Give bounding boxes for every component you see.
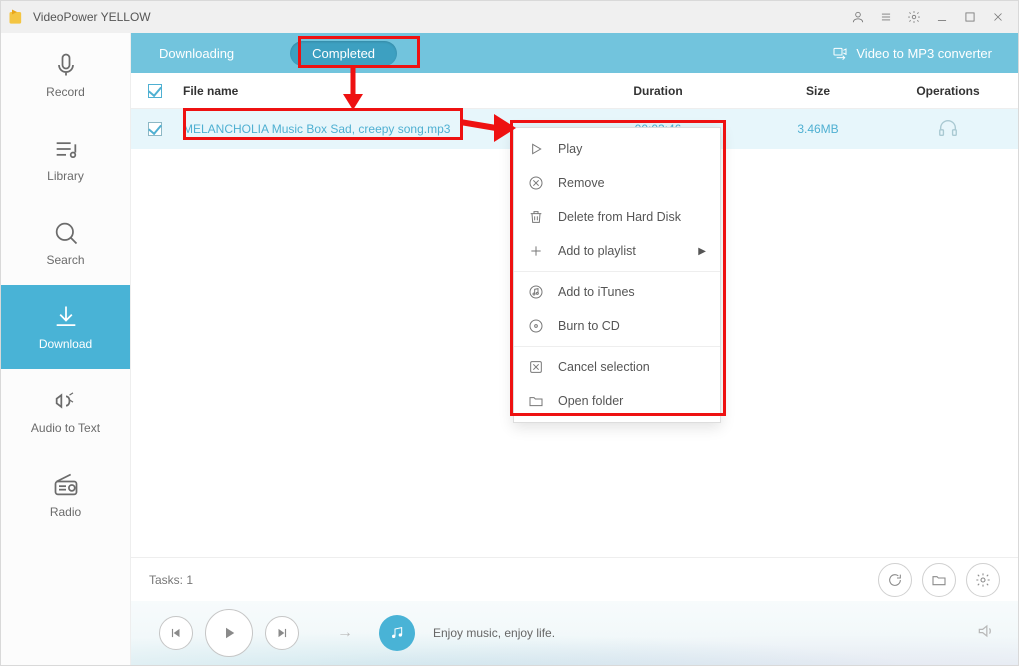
folder-icon — [528, 393, 544, 409]
refresh-button[interactable] — [878, 563, 912, 597]
sidebar-item-library[interactable]: Library — [1, 117, 130, 201]
sidebar-item-download[interactable]: Download — [1, 285, 130, 369]
headphones-icon[interactable] — [937, 128, 959, 142]
shuffle-icon[interactable]: → — [337, 624, 353, 642]
ctx-label: Cancel selection — [558, 360, 650, 374]
ctx-label: Open folder — [558, 394, 623, 408]
ctx-delete-disk[interactable]: Delete from Hard Disk — [514, 200, 720, 234]
cd-icon — [528, 318, 544, 334]
ctx-label: Remove — [558, 176, 605, 190]
cell-operations — [898, 117, 1018, 142]
ctx-cancel-selection[interactable]: Cancel selection — [514, 350, 720, 384]
sidebar-item-label: Library — [47, 169, 84, 183]
sidebar-item-audio-to-text[interactable]: Audio to Text — [1, 369, 130, 453]
sidebar-item-label: Radio — [50, 505, 81, 519]
cell-size: 3.46MB — [738, 122, 898, 136]
ctx-play[interactable]: Play — [514, 132, 720, 166]
player-bar: → Enjoy music, enjoy life. — [131, 601, 1018, 665]
ctx-label: Add to iTunes — [558, 285, 635, 299]
sidebar-item-label: Audio to Text — [31, 421, 100, 435]
play-icon — [528, 141, 544, 157]
now-playing-icon — [379, 615, 415, 651]
itunes-icon — [528, 284, 544, 300]
table-header: File name Duration Size Operations — [131, 73, 1018, 109]
gear-icon[interactable] — [900, 3, 928, 31]
tab-downloading[interactable]: Downloading — [131, 33, 262, 73]
col-operations: Operations — [898, 84, 1018, 98]
main-panel: Downloading Completed Video to MP3 conve… — [131, 33, 1018, 665]
sidebar-item-record[interactable]: Record — [1, 33, 130, 117]
col-duration[interactable]: Duration — [578, 84, 738, 98]
sidebar-item-radio[interactable]: Radio — [1, 453, 130, 537]
ctx-remove[interactable]: Remove — [514, 166, 720, 200]
ctx-label: Delete from Hard Disk — [558, 210, 681, 224]
tab-label: Downloading — [159, 46, 234, 61]
tab-label: Completed — [290, 41, 397, 66]
sidebar-item-label: Search — [46, 253, 84, 267]
close-icon[interactable] — [984, 3, 1012, 31]
remove-icon — [528, 175, 544, 191]
ctx-label: Burn to CD — [558, 319, 620, 333]
video-to-mp3-button[interactable]: Video to MP3 converter — [832, 45, 1018, 61]
open-folder-button[interactable] — [922, 563, 956, 597]
col-size[interactable]: Size — [738, 84, 898, 98]
ctx-burn-cd[interactable]: Burn to CD — [514, 309, 720, 343]
download-tabs: Downloading Completed Video to MP3 conve… — [131, 33, 1018, 73]
user-icon[interactable] — [844, 3, 872, 31]
minimize-icon[interactable] — [928, 3, 956, 31]
trash-icon — [528, 209, 544, 225]
plus-icon — [528, 243, 544, 259]
ctx-label: Play — [558, 142, 582, 156]
tasks-count: Tasks: 1 — [149, 573, 193, 587]
video-to-mp3-label: Video to MP3 converter — [856, 46, 992, 61]
app-logo — [7, 7, 27, 27]
cancel-icon — [528, 359, 544, 375]
tab-completed[interactable]: Completed — [262, 33, 425, 73]
sidebar: Record Library Search Download Audio to … — [1, 33, 131, 665]
ctx-add-itunes[interactable]: Add to iTunes — [514, 275, 720, 309]
sidebar-item-label: Record — [46, 85, 85, 99]
prev-track-button[interactable] — [159, 616, 193, 650]
ctx-label: Add to playlist — [558, 244, 636, 258]
footer-bar: Tasks: 1 — [131, 557, 1018, 601]
sidebar-item-label: Download — [39, 337, 92, 351]
titlebar: VideoPower YELLOW — [1, 1, 1018, 33]
ctx-separator — [514, 346, 720, 347]
menu-list-icon[interactable] — [872, 3, 900, 31]
play-button[interactable] — [205, 609, 253, 657]
submenu-arrow-icon: ▶ — [698, 246, 706, 257]
ctx-add-playlist[interactable]: Add to playlist ▶ — [514, 234, 720, 268]
next-track-button[interactable] — [265, 616, 299, 650]
context-menu: Play Remove Delete from Hard Disk Add to… — [513, 127, 721, 423]
settings-button[interactable] — [966, 563, 1000, 597]
row-checkbox[interactable] — [148, 122, 162, 136]
col-filename[interactable]: File name — [179, 84, 578, 98]
app-title: VideoPower YELLOW — [33, 10, 151, 24]
content-area: Play Remove Delete from Hard Disk Add to… — [131, 149, 1018, 557]
maximize-icon[interactable] — [956, 3, 984, 31]
ctx-separator — [514, 271, 720, 272]
volume-icon[interactable] — [976, 621, 996, 646]
player-message: Enjoy music, enjoy life. — [433, 626, 555, 640]
sidebar-item-search[interactable]: Search — [1, 201, 130, 285]
select-all-checkbox[interactable] — [148, 84, 162, 98]
ctx-open-folder[interactable]: Open folder — [514, 384, 720, 418]
